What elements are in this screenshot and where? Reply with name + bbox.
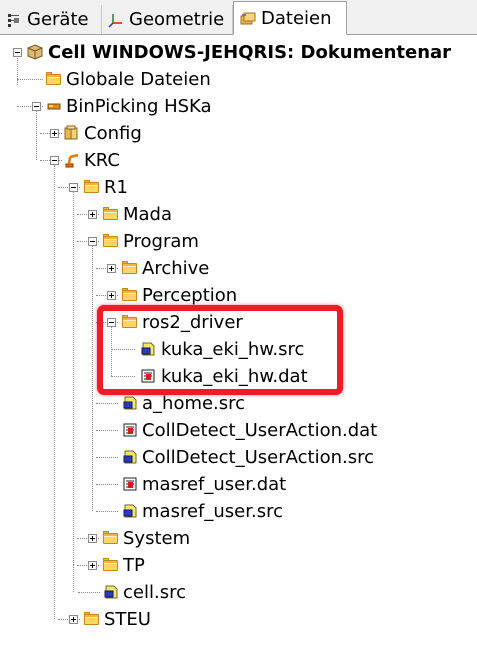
devices-icon bbox=[6, 12, 22, 28]
tree-node-config[interactable]: Config bbox=[0, 120, 477, 147]
src-file-icon bbox=[140, 341, 156, 357]
dat-file-icon bbox=[140, 368, 156, 384]
tree-node-system[interactable]: System bbox=[0, 525, 477, 552]
dat-file-icon bbox=[122, 476, 138, 492]
tree-node-label: CollDetect_UserAction.src bbox=[142, 447, 375, 468]
tree-node-tp[interactable]: TP bbox=[0, 552, 477, 579]
tree-node-mada[interactable]: Mada bbox=[0, 201, 477, 228]
tab-dateien[interactable]: Dateien bbox=[233, 1, 347, 35]
tree-node-ros2-driver[interactable]: ros2_driver bbox=[0, 309, 477, 336]
src-file-icon bbox=[122, 449, 138, 465]
tree-node-label: masref_user.dat bbox=[142, 474, 287, 495]
tree-node-project[interactable]: BinPicking HSKa bbox=[0, 93, 477, 120]
tree-node-colldetect-dat[interactable]: CollDetect_UserAction.dat bbox=[0, 417, 477, 444]
tree-node-cell-src[interactable]: cell.src bbox=[0, 579, 477, 606]
tree-node-program[interactable]: Program bbox=[0, 228, 477, 255]
tab-label: Geometrie bbox=[129, 9, 225, 30]
tree-node-label: TP bbox=[123, 555, 145, 576]
collapse-toggle[interactable] bbox=[107, 318, 116, 327]
tree-node-perception[interactable]: Perception bbox=[0, 282, 477, 309]
files-icon bbox=[240, 10, 256, 26]
tree-node-r1[interactable]: R1 bbox=[0, 174, 477, 201]
tree-node-global-files[interactable]: Globale Dateien bbox=[0, 66, 477, 93]
tree-node-label: R1 bbox=[104, 177, 128, 198]
cell-icon bbox=[27, 44, 43, 60]
tree-node-cell[interactable]: Cell WINDOWS-JEHQRIS: Dokumentenar bbox=[0, 39, 477, 66]
tree-node-label: STEU bbox=[104, 609, 151, 630]
tree-node-label: Perception bbox=[142, 285, 238, 306]
tree-node-label: Cell WINDOWS-JEHQRIS: Dokumentenar bbox=[48, 42, 452, 63]
project-icon bbox=[46, 98, 62, 114]
folder-open-icon bbox=[84, 179, 100, 195]
tree-node-colldetect-src[interactable]: CollDetect_UserAction.src bbox=[0, 444, 477, 471]
tree-node-masref-dat[interactable]: masref_user.dat bbox=[0, 471, 477, 498]
expand-toggle[interactable] bbox=[88, 561, 97, 570]
tree-node-label: a_home.src bbox=[142, 393, 246, 414]
dat-file-icon bbox=[122, 422, 138, 438]
collapse-toggle[interactable] bbox=[13, 48, 22, 57]
geometry-axes-icon bbox=[108, 12, 124, 28]
folder-icon bbox=[103, 530, 119, 546]
folder-icon bbox=[122, 287, 138, 303]
tree-node-steu[interactable]: STEU bbox=[0, 606, 477, 633]
src-file-icon bbox=[122, 395, 138, 411]
tree-node-archive[interactable]: Archive bbox=[0, 255, 477, 282]
tree-node-label: ros2_driver bbox=[142, 312, 243, 333]
expand-toggle[interactable] bbox=[107, 264, 116, 273]
folder-icon bbox=[84, 611, 100, 627]
expand-toggle[interactable] bbox=[69, 615, 78, 624]
folder-icon bbox=[103, 206, 119, 222]
tree-node-kuka-eki-hw-src[interactable]: kuka_eki_hw.src bbox=[0, 336, 477, 363]
src-file-icon bbox=[103, 584, 119, 600]
expand-toggle[interactable] bbox=[88, 210, 97, 219]
folder-open-icon bbox=[103, 233, 119, 249]
tab-bar: Geräte Geometrie Dateien bbox=[0, 0, 477, 35]
tab-geometrie[interactable]: Geometrie bbox=[102, 5, 233, 34]
tree-node-label: kuka_eki_hw.src bbox=[161, 339, 305, 360]
tree-node-label: masref_user.src bbox=[142, 501, 283, 522]
expand-toggle[interactable] bbox=[107, 291, 116, 300]
collapse-toggle[interactable] bbox=[69, 183, 78, 192]
folder-icon bbox=[122, 260, 138, 276]
collapse-toggle[interactable] bbox=[88, 237, 97, 246]
tree-node-label: cell.src bbox=[123, 582, 186, 603]
expand-toggle[interactable] bbox=[50, 129, 59, 138]
collapse-toggle[interactable] bbox=[32, 102, 41, 111]
tree-node-label: Mada bbox=[123, 204, 173, 225]
tab-label: Geräte bbox=[27, 9, 89, 30]
tree-node-label: CollDetect_UserAction.dat bbox=[142, 420, 378, 441]
tree-node-label: Program bbox=[123, 231, 199, 252]
tree-node-label: Globale Dateien bbox=[66, 69, 211, 90]
tree-node-label: System bbox=[123, 528, 191, 549]
collapse-toggle[interactable] bbox=[50, 156, 59, 165]
tree-node-label: BinPicking HSKa bbox=[66, 96, 212, 117]
tree-node-label: KRC bbox=[84, 150, 120, 171]
src-file-icon bbox=[122, 503, 138, 519]
folder-icon bbox=[103, 557, 119, 573]
tree-node-krc[interactable]: KRC bbox=[0, 147, 477, 174]
tree-node-label: kuka_eki_hw.dat bbox=[161, 366, 308, 387]
folder-icon bbox=[46, 71, 62, 87]
expand-toggle[interactable] bbox=[88, 534, 97, 543]
tab-label: Dateien bbox=[261, 7, 332, 29]
config-icon bbox=[64, 125, 80, 141]
tree-node-masref-src[interactable]: masref_user.src bbox=[0, 498, 477, 525]
tree-node-a-home-src[interactable]: a_home.src bbox=[0, 390, 477, 417]
file-tree[interactable]: Cell WINDOWS-JEHQRIS: Dokumentenar Globa… bbox=[0, 35, 477, 649]
tab-geraete[interactable]: Geräte bbox=[0, 5, 102, 34]
tree-node-kuka-eki-hw-dat[interactable]: kuka_eki_hw.dat bbox=[0, 363, 477, 390]
robot-arm-icon bbox=[64, 152, 80, 168]
tree-node-label: Config bbox=[84, 123, 142, 144]
folder-open-icon bbox=[122, 314, 138, 330]
tree-node-label: Archive bbox=[142, 258, 210, 279]
